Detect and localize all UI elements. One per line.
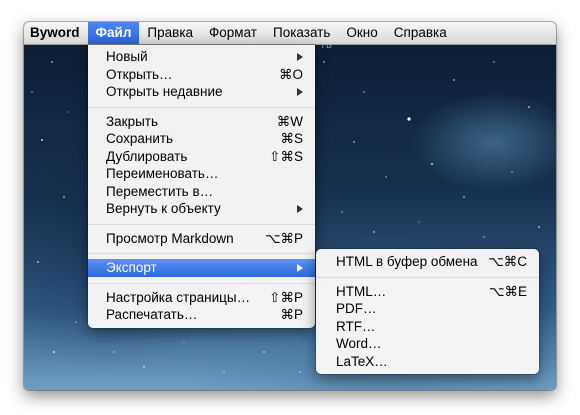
menu-item-latex[interactable]: LaTeX…	[316, 353, 539, 371]
menu-item-revert-to[interactable]: Вернуть к объекту	[88, 200, 315, 218]
menu-item-label: Открыть недавние	[106, 84, 223, 99]
menu-item-label: PDF…	[336, 301, 377, 316]
submenu-arrow-icon	[297, 53, 303, 61]
menu-item-label: Переместить в…	[106, 183, 214, 199]
menu-item-label: Настройка страницы…	[106, 289, 251, 305]
menu-item-page-setup[interactable]: Настройка страницы… ⇧⌘P	[88, 289, 315, 307]
submenu-arrow-icon	[297, 264, 303, 272]
menu-separator	[88, 223, 315, 225]
shortcut-label: ⌥⌘C	[488, 254, 527, 269]
menu-separator	[316, 276, 539, 278]
menu-item-label: LaTeX…	[336, 353, 388, 369]
shortcut-label: ⌥⌘E	[488, 283, 527, 299]
menu-separator	[88, 106, 315, 108]
shortcut-label: ⌘O	[278, 66, 303, 82]
menu-item-label: Просмотр Markdown	[106, 230, 234, 246]
menu-item-open-recent[interactable]: Открыть недавние	[88, 83, 315, 101]
shortcut-label: ⇧⌘S	[269, 148, 303, 164]
menu-item-rename[interactable]: Переименовать…	[88, 165, 315, 183]
menu-item-label: HTML…	[336, 283, 387, 299]
menu-item-rtf[interactable]: RTF…	[316, 318, 539, 336]
shortcut-label: ⌘W	[276, 113, 303, 129]
menu-item-word[interactable]: Word…	[316, 335, 539, 353]
menu-item-label: RTF…	[336, 318, 376, 334]
menu-item-label: Дублировать	[106, 148, 188, 164]
export-submenu: HTML в буфер обмена ⌥⌘C HTML… ⌥⌘E PDF… R…	[316, 249, 539, 374]
menu-item-html-clipboard[interactable]: HTML в буфер обмена ⌥⌘C	[316, 253, 539, 271]
menu-format[interactable]: Формат	[201, 22, 265, 44]
menu-item-open[interactable]: Открыть… ⌘O	[88, 66, 315, 84]
file-menu: Новый Открыть… ⌘O Открыть недавние Закры…	[88, 45, 315, 328]
submenu-arrow-icon	[297, 88, 303, 96]
menu-item-html[interactable]: HTML… ⌥⌘E	[316, 283, 539, 301]
menu-separator	[88, 282, 315, 284]
menu-app-byword[interactable]: Byword	[24, 22, 88, 44]
menu-item-label: Открыть…	[106, 66, 173, 82]
menu-item-label: Распечатать…	[106, 307, 198, 322]
menu-item-pdf[interactable]: PDF…	[316, 300, 539, 318]
menu-item-print[interactable]: Распечатать… ⌘P	[88, 306, 315, 324]
menu-view[interactable]: Показать	[265, 22, 338, 44]
menu-file[interactable]: Файл	[87, 22, 140, 44]
menu-item-close[interactable]: Закрыть ⌘W	[88, 113, 315, 131]
menu-item-save[interactable]: Сохранить ⌘S	[88, 130, 315, 148]
screen-frame: ТЬ Byword Файл Правка Формат Показать Ок…	[24, 22, 556, 390]
menu-item-export[interactable]: Экспорт	[88, 259, 315, 277]
shortcut-label: ⇧⌘P	[269, 289, 303, 305]
shortcut-label: ⌘P	[280, 307, 303, 322]
menu-bar: Byword Файл Правка Формат Показать Окно …	[24, 22, 556, 45]
menu-item-label: Вернуть к объекту	[106, 201, 221, 216]
menu-window[interactable]: Окно	[338, 22, 385, 44]
menu-item-label: HTML в буфер обмена	[336, 254, 478, 269]
menu-item-duplicate[interactable]: Дублировать ⇧⌘S	[88, 148, 315, 166]
menu-item-label: Сохранить	[106, 131, 174, 146]
menu-item-label: Новый	[106, 49, 148, 64]
menu-separator	[88, 253, 315, 254]
menu-item-new[interactable]: Новый	[88, 48, 315, 66]
menu-item-label: Переименовать…	[106, 166, 219, 181]
menu-item-markdown-preview[interactable]: Просмотр Markdown ⌥⌘P	[88, 230, 315, 248]
shortcut-label: ⌥⌘P	[264, 230, 303, 246]
menu-edit[interactable]: Правка	[139, 22, 201, 44]
menu-help[interactable]: Справка	[386, 22, 455, 44]
menu-item-label: Экспорт	[106, 260, 157, 275]
submenu-arrow-icon	[297, 205, 303, 213]
shortcut-label: ⌘S	[280, 131, 303, 146]
menu-item-label: Закрыть	[106, 113, 158, 129]
menu-item-label: Word…	[336, 336, 382, 351]
menu-item-move-to[interactable]: Переместить в…	[88, 183, 315, 201]
